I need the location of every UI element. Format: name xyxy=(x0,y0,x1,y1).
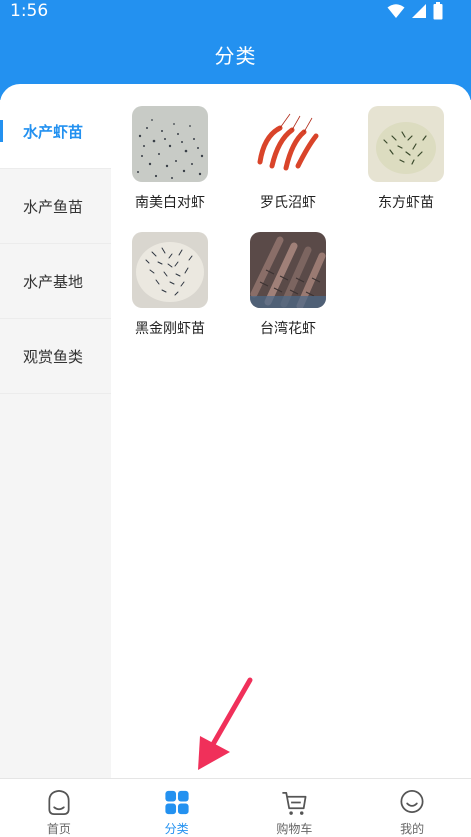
product-image xyxy=(250,106,326,182)
product-image xyxy=(132,106,208,182)
status-bar: 1:56 xyxy=(0,0,471,24)
tab-label: 分类 xyxy=(164,822,189,836)
content-panel: 水产虾苗 水产鱼苗 水产基地 观赏鱼类 南美白对虾 罗氏沼虾 东方虾苗 黑金刚虾… xyxy=(0,84,471,778)
tab-cart[interactable]: 购物车 xyxy=(236,779,354,837)
tab-profile[interactable]: 我的 xyxy=(353,779,471,837)
product-label: 黑金刚虾苗 xyxy=(135,321,205,337)
product-card[interactable]: 东方虾苗 xyxy=(351,106,461,212)
tab-label: 我的 xyxy=(400,822,425,836)
product-label: 台湾花虾 xyxy=(260,321,316,337)
product-label: 东方虾苗 xyxy=(378,195,434,211)
status-time: 1:56 xyxy=(10,1,49,21)
sidebar-item-aquaculture-base[interactable]: 水产基地 xyxy=(0,244,111,319)
bottom-tab-bar: 首页 分类 购物车 我的 xyxy=(0,778,471,837)
category-grid-icon xyxy=(165,790,189,815)
cart-icon xyxy=(282,791,307,815)
tab-label: 首页 xyxy=(46,822,71,836)
product-image xyxy=(132,232,208,308)
sidebar-item-ornamental-fish[interactable]: 观赏鱼类 xyxy=(0,319,111,394)
home-face-icon xyxy=(48,790,70,815)
tab-label: 购物车 xyxy=(276,822,313,836)
tab-category[interactable]: 分类 xyxy=(118,779,236,837)
product-card[interactable]: 台湾花虾 xyxy=(233,232,343,338)
profile-smile-icon xyxy=(400,790,424,814)
signal-icon xyxy=(411,3,427,19)
sidebar-item-label: 水产虾苗 xyxy=(23,122,84,141)
sidebar-item-fish-fry[interactable]: 水产鱼苗 xyxy=(0,169,111,244)
category-sidebar: 水产虾苗 水产鱼苗 水产基地 观赏鱼类 xyxy=(0,94,111,778)
wifi-icon xyxy=(387,3,405,19)
sidebar-item-label: 观赏鱼类 xyxy=(23,347,84,366)
product-card[interactable]: 南美白对虾 xyxy=(115,106,225,212)
product-image xyxy=(250,232,326,308)
sidebar-item-shrimp-fry[interactable]: 水产虾苗 xyxy=(0,94,111,169)
page-title: 分类 xyxy=(214,44,257,68)
sidebar-item-label: 水产基地 xyxy=(23,272,84,291)
product-card[interactable]: 黑金刚虾苗 xyxy=(115,232,225,338)
annotation-arrow-icon xyxy=(198,677,253,770)
battery-icon xyxy=(433,2,443,20)
tab-home[interactable]: 首页 xyxy=(0,779,118,837)
product-label: 南美白对虾 xyxy=(135,195,205,211)
product-card[interactable]: 罗氏沼虾 xyxy=(233,106,343,212)
sidebar-item-label: 水产鱼苗 xyxy=(23,197,84,216)
product-image xyxy=(368,106,444,182)
product-label: 罗氏沼虾 xyxy=(260,195,316,211)
